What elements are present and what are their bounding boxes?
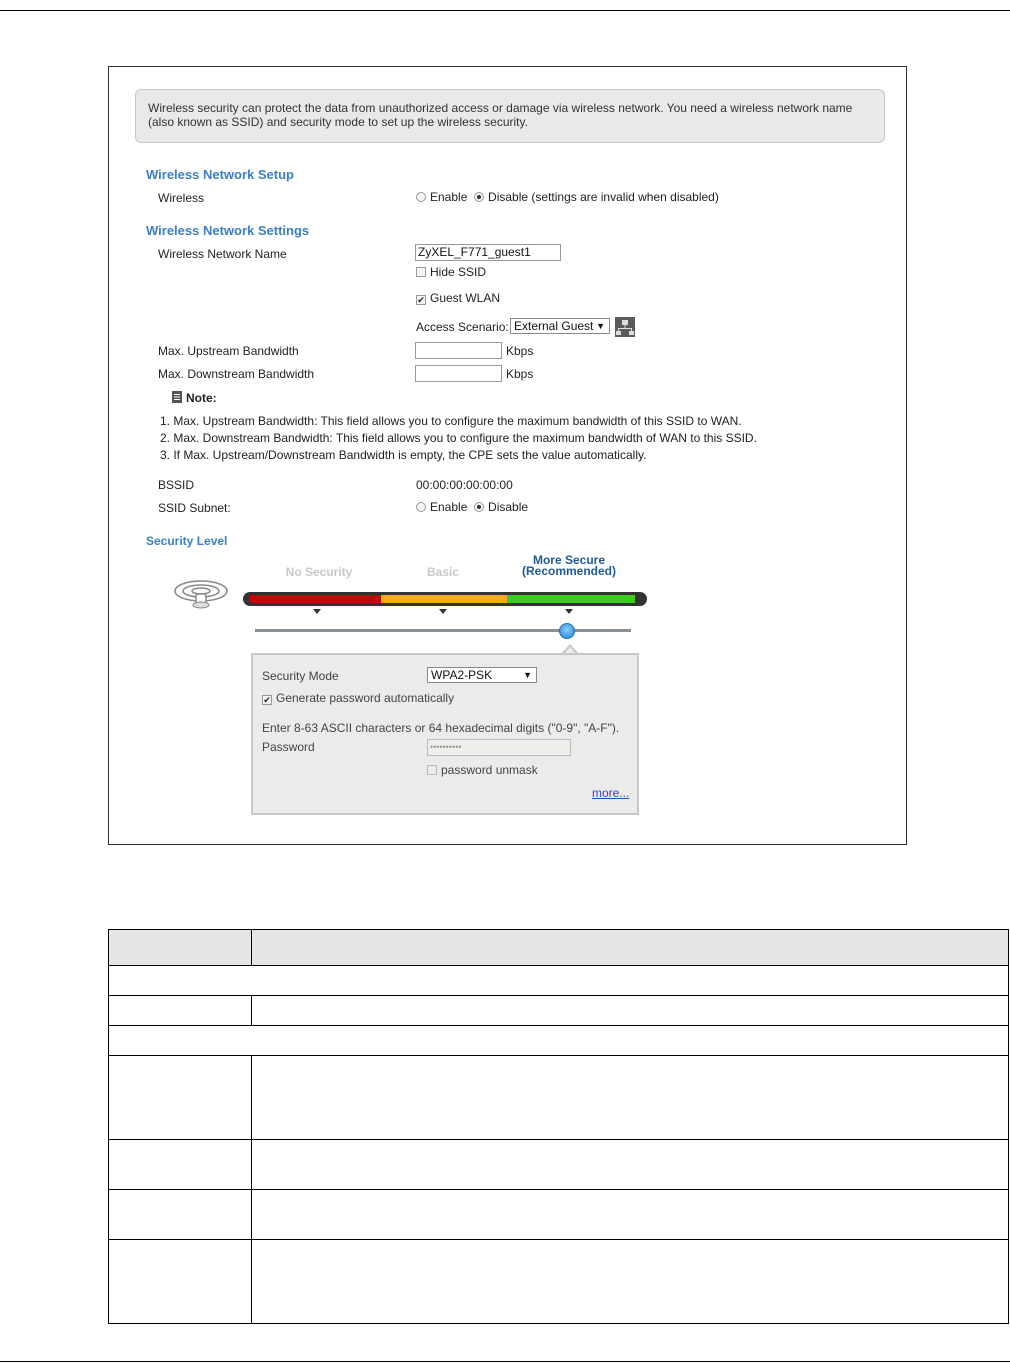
info-text: Wireless security can protect the data f…: [148, 101, 853, 129]
table-header-row: [108, 929, 1009, 966]
table-header-cell: [108, 929, 252, 966]
bssid-value: 00:00:00:00:00:00: [416, 478, 513, 492]
guest-wlan-row: ✔ Guest WLAN: [416, 291, 500, 305]
level-label-no-security[interactable]: No Security: [259, 565, 379, 579]
level-marker-more-secure-icon: [565, 609, 573, 614]
ssid-subnet-label: SSID Subnet:: [158, 501, 231, 515]
level-label-more-secure[interactable]: More Secure (Recommended): [509, 554, 629, 578]
wireless-enable-label: Enable: [430, 190, 468, 204]
table-cell: [251, 1139, 1009, 1190]
table-cell: [108, 995, 252, 1026]
wireless-label: Wireless: [158, 191, 205, 205]
upstream-label: Max. Upstream Bandwidth: [158, 344, 299, 358]
ssid-subnet-enable-label: Enable: [430, 500, 468, 514]
hide-ssid-checkbox[interactable]: [416, 267, 426, 277]
level-label-more-secure-line2: (Recommended): [521, 564, 616, 578]
security-level-title: Security Level: [146, 534, 228, 548]
downstream-unit: Kbps: [506, 367, 534, 381]
password-label: Password: [262, 740, 315, 754]
upstream-input[interactable]: [415, 342, 502, 359]
password-hint: Enter 8-63 ASCII characters or 64 hexade…: [262, 721, 620, 735]
more-link[interactable]: more...: [592, 786, 629, 800]
table-row: [108, 965, 1009, 996]
level-marker-basic-icon: [439, 609, 447, 614]
table-cell: [251, 995, 1009, 1026]
chevron-down-icon: ▼: [523, 670, 532, 680]
chevron-down-icon: ▼: [596, 321, 605, 331]
generate-password-checkbox[interactable]: ✔: [262, 695, 272, 705]
top-rule: [0, 10, 1010, 11]
hide-ssid-row: Hide SSID: [416, 265, 486, 279]
generate-password-row: ✔ Generate password automatically: [262, 691, 454, 705]
wireless-radio-group: Enable Disable (settings are invalid whe…: [416, 190, 719, 204]
table-header-cell: [251, 929, 1009, 966]
security-slider-handle[interactable]: [559, 623, 575, 639]
note-line-2: 2. Max. Downstream Bandwidth: This field…: [160, 431, 757, 445]
level-segment-no-security: [249, 595, 381, 603]
upstream-unit: Kbps: [506, 344, 534, 358]
ssid-subnet-disable-radio[interactable]: [474, 502, 485, 512]
hide-ssid-label: Hide SSID: [430, 265, 487, 279]
generate-password-label: Generate password automatically: [276, 691, 455, 705]
password-input[interactable]: ••••••••••: [427, 739, 571, 756]
security-mode-panel: Security Mode WPA2-PSK ▼ ✔ Generate passw…: [251, 653, 639, 815]
table-cell: [251, 1055, 1009, 1140]
table-row: [108, 995, 1009, 1026]
table-row: [108, 1189, 1009, 1240]
wireless-router-icon: [174, 580, 228, 609]
table-cell: [251, 1189, 1009, 1240]
info-box: Wireless security can protect the data f…: [135, 89, 885, 143]
access-scenario-label: Access Scenario:: [416, 320, 509, 334]
note-line-1: 1. Max. Upstream Bandwidth: This field a…: [160, 414, 742, 428]
access-scenario-select[interactable]: External Guest ▼: [510, 318, 610, 334]
ssid-subnet-enable-radio[interactable]: [416, 502, 426, 512]
table-row: [108, 1139, 1009, 1190]
table-row: [108, 1239, 1009, 1324]
guest-wlan-checkbox[interactable]: ✔: [416, 295, 426, 305]
wireless-disable-radio[interactable]: [474, 192, 485, 202]
table-cell: [108, 1025, 1009, 1056]
security-mode-label: Security Mode: [262, 669, 339, 683]
table-cell: [108, 1189, 252, 1240]
password-unmask-row: password unmask: [427, 763, 538, 777]
table-row: [108, 1055, 1009, 1140]
table-cell: [108, 1055, 252, 1140]
wireless-enable-radio[interactable]: [416, 192, 426, 202]
downstream-label: Max. Downstream Bandwidth: [158, 367, 315, 381]
wireless-disable-label: Disable (settings are invalid when disab…: [488, 190, 719, 204]
ssid-subnet-disable-label: Disable: [488, 500, 529, 514]
wireless-settings-screen: Wireless security can protect the data f…: [108, 66, 907, 845]
level-segment-more-secure: [507, 595, 635, 603]
guest-wlan-label: Guest WLAN: [430, 291, 501, 305]
level-segment-basic: [381, 595, 507, 603]
ssid-subnet-radio-group: Enable Disable: [416, 500, 528, 514]
network-topology-icon[interactable]: [615, 317, 635, 337]
downstream-input[interactable]: [415, 365, 502, 382]
security-mode-select[interactable]: WPA2-PSK ▼: [427, 667, 537, 683]
table-cell: [251, 1239, 1009, 1324]
bssid-label: BSSID: [158, 478, 195, 492]
level-marker-no-security-icon: [313, 609, 321, 614]
description-table: [108, 929, 1009, 1324]
wireless-setup-title: Wireless Network Setup: [146, 167, 294, 182]
network-name-input[interactable]: ZyXEL_F771_guest1: [415, 244, 561, 261]
table-cell: [108, 965, 1009, 996]
note-line-3: 3. If Max. Upstream/Downstream Bandwidth…: [160, 448, 647, 462]
security-mode-value: WPA2-PSK: [431, 668, 493, 682]
security-level-bar: [243, 592, 647, 606]
table-cell: [108, 1139, 252, 1190]
network-settings-title: Wireless Network Settings: [146, 223, 310, 238]
bottom-rule: [0, 1361, 1010, 1362]
level-label-basic[interactable]: Basic: [393, 565, 493, 579]
note-label: Note:: [186, 391, 217, 405]
password-unmask-checkbox[interactable]: [427, 765, 437, 775]
table-row: [108, 1025, 1009, 1056]
network-name-label: Wireless Network Name: [158, 247, 287, 261]
table-cell: [108, 1239, 252, 1324]
note-icon: [172, 391, 182, 403]
password-unmask-label: password unmask: [441, 763, 538, 777]
access-scenario-value: External Guest: [514, 319, 594, 333]
